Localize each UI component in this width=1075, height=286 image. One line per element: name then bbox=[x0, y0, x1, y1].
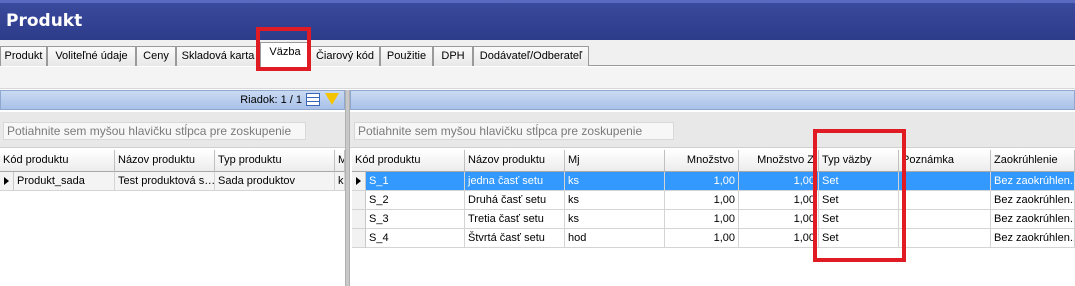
table-row-cell[interactable]: 1,00 bbox=[665, 172, 739, 191]
right-group-by-hint[interactable]: Potiahnite sem myšou hlavičku stĺpca pre… bbox=[354, 122, 674, 140]
left-row-indicator bbox=[0, 172, 14, 191]
table-row-cell[interactable]: ks bbox=[565, 210, 665, 229]
right-col-mnozstvo-z[interactable]: Množstvo Z bbox=[739, 150, 819, 172]
table-row-cell[interactable]: 1,00 bbox=[665, 229, 739, 248]
window-title-bar: Produkt bbox=[0, 0, 1075, 40]
table-row-cell[interactable]: Set bbox=[819, 210, 899, 229]
table-row-cell[interactable]: Štvrtá časť setu bbox=[465, 229, 565, 248]
row-counter: Riadok: 1 / 1 bbox=[240, 94, 302, 106]
table-row-cell[interactable]: Bez zaokrúhlen... bbox=[991, 229, 1075, 248]
left-panel-header: Riadok: 1 / 1 bbox=[0, 90, 345, 110]
table-row-cell[interactable]: 1,00 bbox=[739, 210, 819, 229]
left-col-nazov-produktu[interactable]: Názov produktu bbox=[115, 150, 215, 172]
right-col-poznamka[interactable]: Poznámka bbox=[899, 150, 991, 172]
table-row-cell[interactable]: hod bbox=[565, 229, 665, 248]
tab-volitelne-udaje[interactable]: Voliteľné údaje bbox=[47, 46, 136, 66]
table-row-cell[interactable]: Produkt_sada bbox=[14, 172, 115, 191]
right-row-indicator bbox=[352, 210, 366, 229]
tab-skladova-karta[interactable]: Skladová karta bbox=[176, 46, 260, 66]
table-row-cell[interactable]: Set bbox=[819, 229, 899, 248]
table-row-cell[interactable]: 1,00 bbox=[739, 191, 819, 210]
table-row-cell[interactable]: Test produktová s… bbox=[115, 172, 215, 191]
left-col-kod-produktu[interactable]: Kód produktu bbox=[0, 150, 115, 172]
table-row-cell[interactable]: 1,00 bbox=[739, 172, 819, 191]
right-panel-header bbox=[350, 90, 1075, 110]
table-row-cell[interactable]: 1,00 bbox=[739, 229, 819, 248]
table-row-cell[interactable]: Set bbox=[819, 172, 899, 191]
left-col-mj[interactable]: M bbox=[335, 150, 345, 172]
tab-vazba[interactable]: Väzba bbox=[260, 42, 310, 67]
right-row-indicator bbox=[352, 191, 366, 210]
tab-ceny[interactable]: Ceny bbox=[136, 46, 176, 66]
table-row-cell[interactable]: Bez zaokrúhlen... bbox=[991, 191, 1075, 210]
table-row-cell[interactable]: 1,00 bbox=[665, 191, 739, 210]
right-col-nazov-produktu[interactable]: Názov produktu bbox=[465, 150, 565, 172]
table-row-cell[interactable] bbox=[899, 172, 991, 191]
right-col-typ-vazby[interactable]: Typ väzby bbox=[819, 150, 899, 172]
tab-ciarovy-kod[interactable]: Čiarový kód bbox=[310, 46, 380, 66]
row-indicator-arrow-icon bbox=[4, 177, 9, 185]
tab-produkt[interactable]: Produkt bbox=[0, 46, 47, 66]
window-title: Produkt bbox=[6, 11, 83, 31]
table-row-cell[interactable]: S_1 bbox=[366, 172, 465, 191]
right-col-zaokruhlenie[interactable]: Zaokrúhlenie bbox=[991, 150, 1075, 172]
table-row-cell[interactable]: S_2 bbox=[366, 191, 465, 210]
table-row-cell[interactable]: S_4 bbox=[366, 229, 465, 248]
table-row-cell[interactable]: ks bbox=[565, 191, 665, 210]
row-indicator-arrow-icon bbox=[356, 177, 361, 185]
tab-dodavatel-odberatel[interactable]: Dodávateľ/Odberateľ bbox=[473, 46, 589, 66]
right-col-mj[interactable]: Mj bbox=[565, 150, 665, 172]
right-col-mnozstvo[interactable]: Množstvo bbox=[665, 150, 739, 172]
grid-icon[interactable] bbox=[306, 93, 320, 106]
table-row-cell[interactable]: Bez zaokrúhlen... bbox=[991, 210, 1075, 229]
tab-dph[interactable]: DPH bbox=[433, 46, 473, 66]
right-group-by-area: Potiahnite sem myšou hlavičku stĺpca pre… bbox=[350, 112, 1075, 148]
table-row-cell[interactable] bbox=[899, 210, 991, 229]
table-row-cell[interactable]: S_3 bbox=[366, 210, 465, 229]
tab-strip: Produkt Voliteľné údaje Ceny Skladová ka… bbox=[0, 40, 1075, 67]
tab-pouzitie[interactable]: Použitie bbox=[380, 46, 433, 66]
table-row-cell[interactable]: Bez zaokrúhlen... bbox=[991, 172, 1075, 191]
left-group-by-hint[interactable]: Potiahnite sem myšou hlavičku stĺpca pre… bbox=[3, 122, 306, 140]
table-row-cell[interactable]: Sada produktov bbox=[215, 172, 335, 191]
table-row-cell[interactable] bbox=[899, 229, 991, 248]
left-group-by-area: Potiahnite sem myšou hlavičku stĺpca pre… bbox=[0, 112, 345, 148]
right-col-kod-produktu[interactable]: Kód produktu bbox=[352, 150, 465, 172]
table-row-cell[interactable]: ks bbox=[565, 172, 665, 191]
table-row-cell[interactable]: k bbox=[335, 172, 345, 191]
right-row-indicator bbox=[352, 229, 366, 248]
table-row-cell[interactable]: 1,00 bbox=[665, 210, 739, 229]
left-col-typ-produktu[interactable]: Typ produktu bbox=[215, 150, 335, 172]
right-row-indicator bbox=[352, 172, 366, 191]
toolbar-strip bbox=[0, 67, 1075, 89]
table-row-cell[interactable]: Druhá časť setu bbox=[465, 191, 565, 210]
table-row-cell[interactable]: Set bbox=[819, 191, 899, 210]
table-row-cell[interactable]: jedna časť setu bbox=[465, 172, 565, 191]
table-row-cell[interactable] bbox=[899, 191, 991, 210]
filter-icon[interactable] bbox=[325, 93, 339, 105]
table-row-cell[interactable]: Tretia časť setu bbox=[465, 210, 565, 229]
